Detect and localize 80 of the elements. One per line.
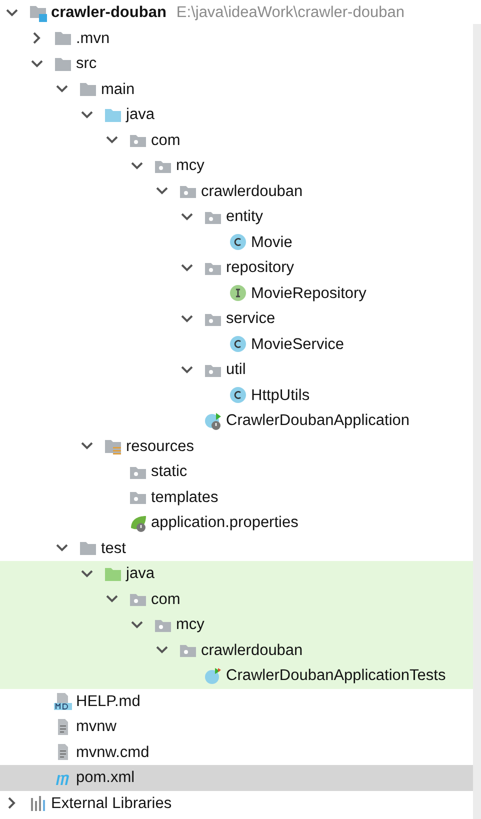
file-name: mcy bbox=[176, 615, 204, 636]
resources-folder-icon bbox=[104, 437, 122, 456]
file-name: crawlerdouban bbox=[201, 640, 303, 661]
scrollbar[interactable] bbox=[473, 24, 481, 819]
file-name: pom.xml bbox=[76, 768, 135, 788]
file-name: src bbox=[76, 54, 97, 74]
tree-row[interactable]: mcy bbox=[0, 153, 473, 178]
tree-row[interactable]: External Libraries bbox=[0, 790, 473, 816]
tree-row[interactable]: crawler-douban E:\java\ideaWork\crawler-douban bbox=[0, 0, 473, 26]
folder-icon bbox=[79, 539, 97, 558]
file-name: java bbox=[126, 105, 154, 126]
tree-row[interactable]: .mvn bbox=[0, 26, 473, 51]
tree-row[interactable]: com bbox=[0, 586, 473, 612]
tree-row[interactable]: entity bbox=[0, 204, 473, 230]
tree-row[interactable]: mvnw.cmd bbox=[0, 740, 473, 765]
project-path: E:\java\ideaWork\crawler-douban bbox=[176, 3, 404, 24]
tree-row[interactable]: application.properties bbox=[0, 510, 473, 536]
folder-icon bbox=[79, 80, 97, 98]
tree-row[interactable]: com bbox=[0, 128, 473, 153]
file-name: MovieService bbox=[251, 334, 344, 355]
file-name: test bbox=[101, 538, 126, 559]
file-name: static bbox=[151, 462, 188, 482]
tree-row[interactable]: CrawlerDoubanApplication bbox=[0, 408, 473, 434]
tree-row[interactable]: java bbox=[0, 561, 473, 586]
file-name: .mvn bbox=[76, 28, 110, 49]
tree-row[interactable]: java bbox=[0, 102, 473, 128]
tree-row[interactable]: HELP.md bbox=[0, 688, 473, 714]
tree-row[interactable]: templates bbox=[0, 484, 473, 510]
libraries-icon bbox=[29, 794, 47, 812]
file-name: HttpUtils bbox=[251, 386, 310, 406]
tree-row[interactable]: mcy bbox=[0, 612, 473, 638]
tree-row[interactable]: resources bbox=[0, 434, 473, 459]
markdown-file-icon bbox=[54, 692, 72, 710]
file-name: mvnw bbox=[76, 717, 116, 738]
tree-row[interactable]: util bbox=[0, 357, 473, 382]
file-name: CrawlerDoubanApplication bbox=[226, 411, 410, 432]
spring-boot-class-icon bbox=[204, 412, 222, 430]
tree-row[interactable]: static bbox=[0, 459, 473, 484]
file-name: MovieRepository bbox=[251, 284, 366, 304]
tree-row[interactable]: src bbox=[0, 51, 473, 76]
tree-row[interactable]: HttpUtils bbox=[0, 382, 473, 408]
tree-row[interactable]: MovieRepository bbox=[0, 280, 473, 306]
file-name: util bbox=[226, 360, 246, 380]
tree-row[interactable]: CrawlerDoubanApplicationTests bbox=[0, 663, 473, 688]
spring-leaf-icon bbox=[129, 514, 147, 532]
file-name: application.properties bbox=[151, 513, 298, 534]
file-name: entity bbox=[226, 207, 264, 228]
file-name: com bbox=[151, 130, 180, 151]
file-name: External Libraries bbox=[51, 794, 172, 814]
file-name: CrawlerDoubanApplicationTests bbox=[226, 666, 446, 686]
interface-icon bbox=[229, 284, 247, 302]
folder-icon bbox=[54, 29, 72, 48]
file-name: Movie bbox=[251, 232, 292, 253]
tree-row[interactable]: mvnw bbox=[0, 714, 473, 740]
file-name: java bbox=[126, 564, 154, 584]
tree-row[interactable]: crawlerdouban bbox=[0, 178, 473, 204]
tree-row[interactable]: test bbox=[0, 536, 473, 561]
file-name: crawlerdouban bbox=[201, 182, 303, 202]
file-name: com bbox=[151, 590, 180, 610]
file-name: repository bbox=[226, 258, 294, 278]
file-name: main bbox=[101, 80, 135, 100]
tree-row[interactable]: main bbox=[0, 76, 473, 102]
file-name: resources bbox=[126, 436, 194, 457]
project-name: crawler-douban bbox=[51, 3, 166, 24]
tree-row[interactable]: MovieService bbox=[0, 332, 473, 357]
class-icon bbox=[229, 233, 247, 252]
class-icon bbox=[229, 386, 247, 404]
file-name: service bbox=[226, 309, 276, 330]
tree-row[interactable]: repository bbox=[0, 255, 473, 280]
tree-row[interactable]: pom.xml bbox=[0, 765, 473, 790]
tree-row[interactable]: Movie bbox=[0, 230, 473, 255]
spring-boot-test-class-icon bbox=[204, 666, 222, 685]
tree-row[interactable]: crawlerdouban bbox=[0, 638, 473, 663]
file-name: mcy bbox=[176, 156, 204, 176]
file-name: mvnw.cmd bbox=[76, 742, 150, 763]
tree-row[interactable]: service bbox=[0, 306, 473, 332]
class-icon bbox=[229, 335, 247, 354]
folder-icon bbox=[29, 4, 47, 22]
file-name: templates bbox=[151, 488, 218, 508]
file-name: HELP.md bbox=[76, 692, 140, 712]
